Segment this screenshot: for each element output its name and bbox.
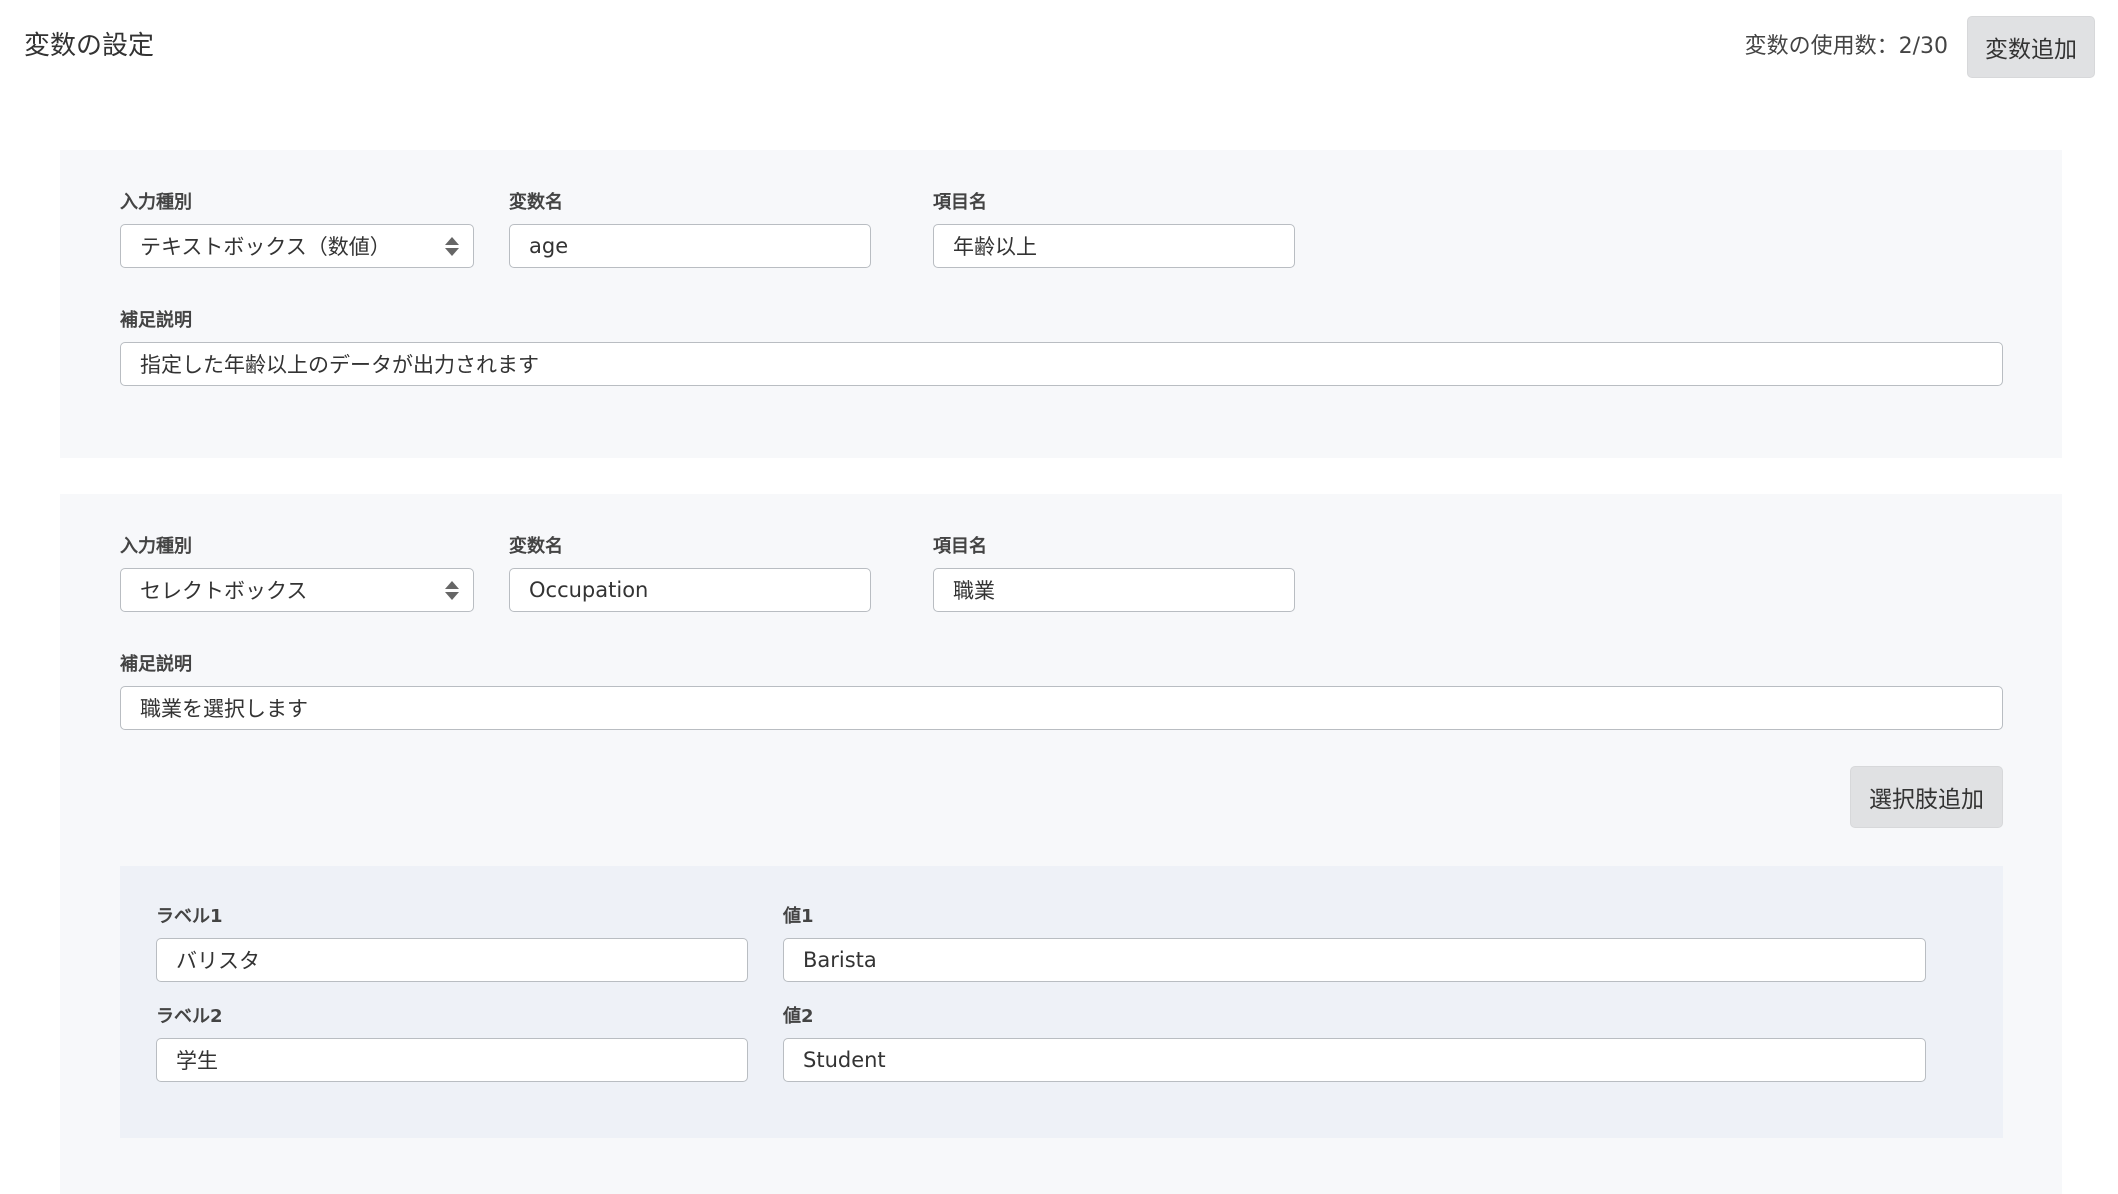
- choice-value-caption: 値1: [783, 906, 814, 927]
- choice-value-caption: 値2: [783, 1006, 814, 1027]
- input-type-select[interactable]: セレクトボックス: [120, 568, 474, 612]
- note-label: 補足説明: [120, 654, 192, 675]
- input-type-label: 入力種別: [120, 192, 192, 213]
- variable-name-input[interactable]: age: [509, 224, 871, 268]
- variable-usage-count: 変数の使用数：2/30: [1744, 34, 1948, 59]
- choice-label-input[interactable]: バリスタ: [156, 938, 748, 982]
- variable-name-label: 変数名: [509, 536, 563, 557]
- input-type-label: 入力種別: [120, 536, 192, 557]
- select-arrows-icon: [445, 236, 459, 256]
- choice-value-input[interactable]: Barista: [783, 938, 1926, 982]
- variable-card: 入力種別 変数名 項目名 テキストボックス（数値） age 年齢以上 補足説明 …: [60, 150, 2062, 458]
- choice-value-input[interactable]: Student: [783, 1038, 1926, 1082]
- note-input[interactable]: 指定した年齢以上のデータが出力されます: [120, 342, 2003, 386]
- input-type-selected-value: セレクトボックス: [140, 579, 308, 603]
- choice-label-caption: ラベル2: [156, 1006, 223, 1027]
- choices-panel: ラベル1 値1 バリスタ Barista ラベル2 値2 学生 Student: [120, 866, 2003, 1138]
- note-label: 補足説明: [120, 310, 192, 331]
- page-header: 変数の設定 変数の使用数：2/30 変数追加: [0, 0, 2118, 92]
- item-name-input[interactable]: 年齢以上: [933, 224, 1295, 268]
- note-input[interactable]: 職業を選択します: [120, 686, 2003, 730]
- input-type-select[interactable]: テキストボックス（数値）: [120, 224, 474, 268]
- add-variable-button[interactable]: 変数追加: [1967, 16, 2095, 78]
- variable-name-label: 変数名: [509, 192, 563, 213]
- choice-label-input[interactable]: 学生: [156, 1038, 748, 1082]
- variable-card: 入力種別 変数名 項目名 セレクトボックス Occupation 職業 補足説明…: [60, 494, 2062, 1194]
- item-name-label: 項目名: [933, 536, 987, 557]
- item-name-input[interactable]: 職業: [933, 568, 1295, 612]
- select-arrows-icon: [445, 580, 459, 600]
- input-type-selected-value: テキストボックス（数値）: [140, 235, 391, 259]
- choice-label-caption: ラベル1: [156, 906, 223, 927]
- variable-name-input[interactable]: Occupation: [509, 568, 871, 612]
- add-choice-button[interactable]: 選択肢追加: [1850, 766, 2003, 828]
- item-name-label: 項目名: [933, 192, 987, 213]
- page-title: 変数の設定: [24, 31, 155, 61]
